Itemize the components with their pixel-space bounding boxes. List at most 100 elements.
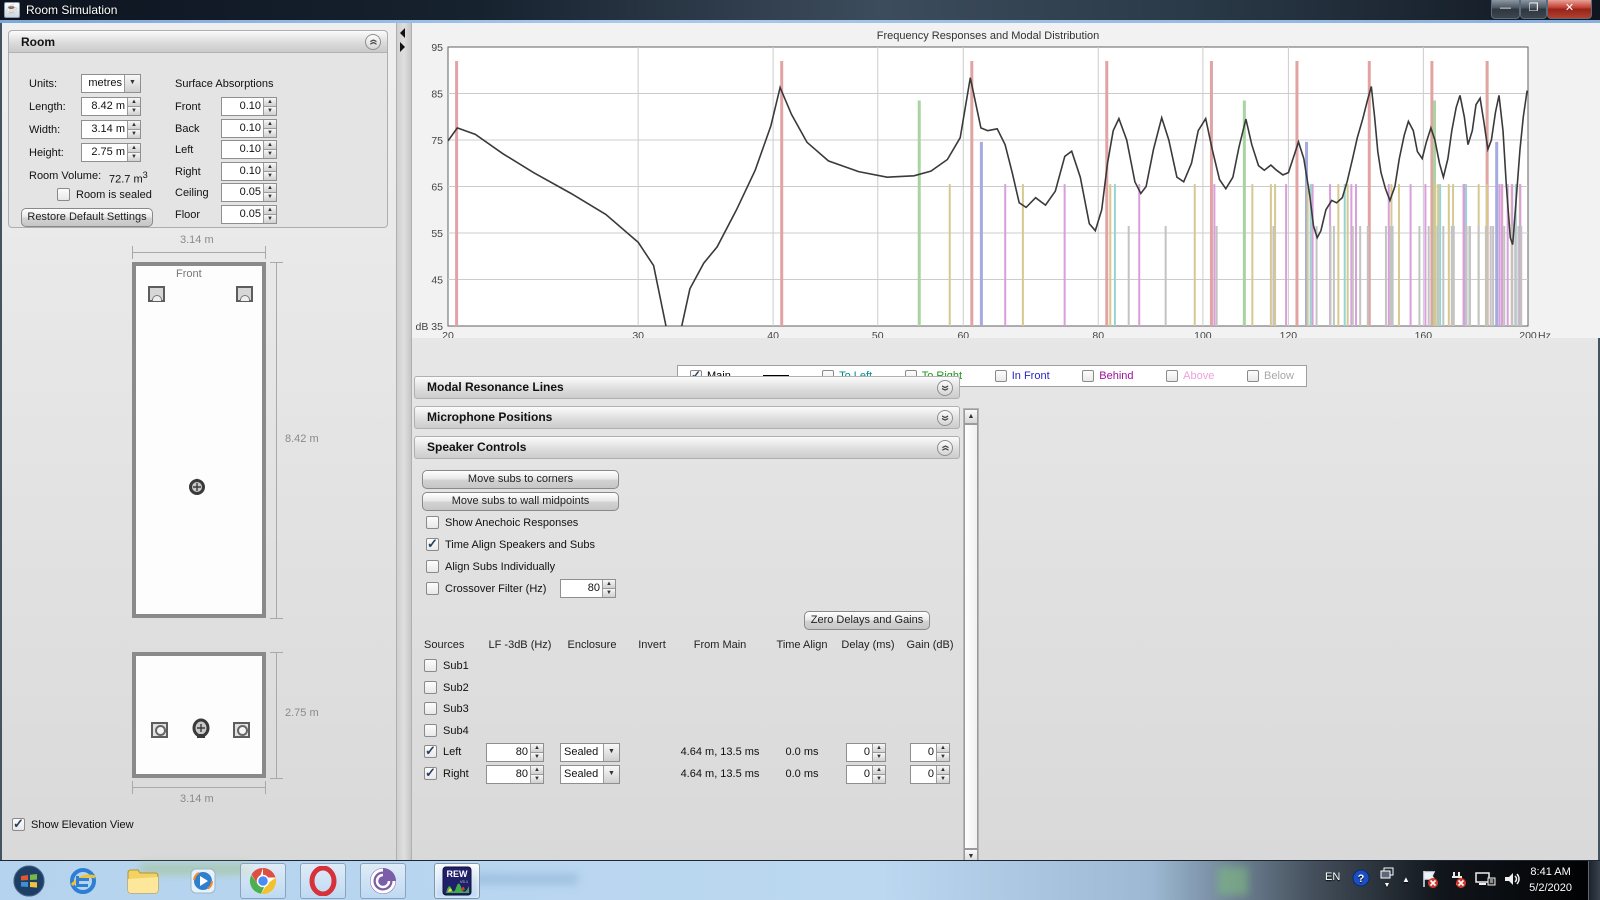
start-button[interactable] [6, 863, 52, 899]
section-microphone-positions[interactable]: Microphone Positions » [414, 406, 960, 429]
crossover-spinner[interactable]: 80▲▼ [560, 579, 616, 598]
elevation-listener-icon[interactable] [191, 718, 211, 740]
media-player-icon[interactable] [180, 863, 226, 899]
align-subs-checkbox[interactable] [426, 560, 439, 573]
legend-checkbox[interactable] [1082, 370, 1094, 382]
absorption-right-spinner[interactable]: 0.10▲▼ [221, 162, 277, 181]
dropdown-arrow-icon[interactable]: ▼ [603, 744, 619, 761]
spinner-arrows-icon[interactable]: ▲▼ [530, 744, 543, 761]
sub2-enable-checkbox[interactable] [424, 681, 437, 694]
right-speaker-icon[interactable] [236, 286, 253, 302]
spinner-arrows-icon[interactable]: ▲▼ [263, 163, 276, 180]
move-subs-midpoints-button[interactable]: Move subs to wall midpoints [422, 492, 619, 511]
right-delay-spinner[interactable]: 0▲▼ [846, 765, 886, 784]
scroll-up-icon[interactable]: ▲ [964, 409, 978, 424]
spinner-arrows-icon[interactable]: ▲▼ [263, 184, 276, 201]
show-elevation-checkbox[interactable] [12, 818, 25, 831]
collapse-speaker-icon[interactable]: » [937, 440, 953, 456]
expand-modal-icon[interactable]: » [937, 380, 953, 396]
show-anechoic-checkbox[interactable] [426, 516, 439, 529]
opera-icon[interactable] [300, 863, 346, 899]
internet-explorer-icon[interactable] [60, 863, 106, 899]
show-desktop-button[interactable] [1588, 861, 1600, 900]
height-spinner[interactable]: 2.75 m▲▼ [81, 143, 141, 162]
help-tray-icon[interactable]: ? [1352, 869, 1370, 890]
left-enclosure-dropdown[interactable]: Sealed▼ [560, 743, 620, 762]
absorption-front-spinner[interactable]: 0.10▲▼ [221, 97, 277, 116]
spinner-arrows-icon[interactable]: ▲▼ [127, 98, 140, 115]
spinner-arrows-icon[interactable]: ▲▼ [263, 98, 276, 115]
action-center-flag-icon[interactable] [1420, 869, 1440, 892]
sub1-enable-checkbox[interactable] [424, 659, 437, 672]
expand-right-icon[interactable] [400, 42, 405, 52]
dropdown-arrow-icon[interactable]: ▼ [124, 75, 140, 92]
right-enable-checkbox[interactable] [424, 767, 437, 780]
dropdown-arrow-icon[interactable]: ▼ [603, 766, 619, 783]
crossover-checkbox[interactable] [426, 582, 439, 595]
right-lf-spinner[interactable]: 80▲▼ [486, 765, 544, 784]
rew-taskbar-button[interactable]: REWV5.1 [434, 863, 480, 899]
room-sealed-checkbox[interactable] [57, 188, 70, 201]
restore-defaults-button[interactable]: Restore Default Settings [21, 208, 153, 227]
spinner-arrows-icon[interactable]: ▲▼ [530, 766, 543, 783]
split-pane-divider[interactable] [396, 23, 412, 860]
room-panel-header[interactable]: Room » [9, 31, 387, 53]
legend-checkbox[interactable] [995, 370, 1007, 382]
language-indicator[interactable]: EN [1325, 871, 1340, 883]
spinner-arrows-icon[interactable]: ▲▼ [936, 744, 949, 761]
legend-checkbox[interactable] [1247, 370, 1259, 382]
legend-checkbox[interactable] [1166, 370, 1178, 382]
left-delay-spinner[interactable]: 0▲▼ [846, 743, 886, 762]
right-gain-spinner[interactable]: 0▲▼ [910, 765, 950, 784]
collapse-room-icon[interactable]: » [365, 34, 381, 50]
spinner-arrows-icon[interactable]: ▲▼ [936, 766, 949, 783]
left-speaker-icon[interactable] [148, 286, 165, 302]
sub4-enable-checkbox[interactable] [424, 724, 437, 737]
left-enable-checkbox[interactable] [424, 745, 437, 758]
spinner-arrows-icon[interactable]: ▲▼ [872, 744, 885, 761]
vertical-scrollbar[interactable]: ▲ ▼ [963, 408, 979, 865]
close-button[interactable]: ✕ [1547, 0, 1592, 19]
spinner-arrows-icon[interactable]: ▲▼ [872, 766, 885, 783]
units-dropdown[interactable]: metres▼ [81, 74, 141, 93]
absorption-ceiling-spinner[interactable]: 0.05▲▼ [221, 183, 277, 202]
show-hidden-icons-icon[interactable]: ▲ [1402, 875, 1410, 884]
elevation-right-speaker-icon[interactable] [233, 722, 250, 738]
minimize-button[interactable]: — [1491, 0, 1520, 19]
width-spinner[interactable]: 3.14 m▲▼ [81, 120, 141, 139]
maximize-button[interactable]: ❐ [1520, 0, 1547, 19]
absorption-back-spinner[interactable]: 0.10▲▼ [221, 119, 277, 138]
absorption-left-spinner[interactable]: 0.10▲▼ [221, 140, 277, 159]
scrollbar-thumb[interactable] [964, 424, 978, 849]
section-speaker-controls[interactable]: Speaker Controls » [414, 436, 960, 459]
right-enclosure-dropdown[interactable]: Sealed▼ [560, 765, 620, 784]
left-gain-spinner[interactable]: 0▲▼ [910, 743, 950, 762]
windows-explorer-icon[interactable] [120, 863, 166, 899]
expand-mic-icon[interactable]: » [937, 410, 953, 426]
move-subs-corners-button[interactable]: Move subs to corners [422, 470, 619, 489]
listener-icon[interactable] [188, 478, 206, 496]
spinner-arrows-icon[interactable]: ▲▼ [127, 144, 140, 161]
sub3-enable-checkbox[interactable] [424, 702, 437, 715]
bittorrent-icon[interactable] [360, 863, 406, 899]
absorption-floor-spinner[interactable]: 0.05▲▼ [221, 205, 277, 224]
time-align-checkbox[interactable] [426, 538, 439, 551]
elevation-left-speaker-icon[interactable] [151, 722, 168, 738]
section-speaker-title: Speaker Controls [427, 440, 526, 454]
section-modal-resonance[interactable]: Modal Resonance Lines » [414, 376, 960, 399]
spinner-arrows-icon[interactable]: ▲▼ [263, 120, 276, 137]
taskbar-clock[interactable]: 8:41 AM 5/2/2020 [1529, 864, 1572, 896]
power-status-icon[interactable] [1448, 869, 1468, 892]
volume-tray-icon[interactable] [1502, 869, 1522, 892]
zero-delays-gains-button[interactable]: Zero Delays and Gains [804, 611, 930, 630]
spinner-arrows-icon[interactable]: ▲▼ [263, 206, 276, 223]
chrome-icon[interactable] [240, 863, 286, 899]
length-spinner[interactable]: 8.42 m▲▼ [81, 97, 141, 116]
network-tray-icon[interactable] [1474, 869, 1496, 892]
restore-window-tray-icon[interactable]: ▼ [1380, 867, 1394, 889]
spinner-arrows-icon[interactable]: ▲▼ [602, 580, 615, 597]
spinner-arrows-icon[interactable]: ▲▼ [263, 141, 276, 158]
collapse-left-icon[interactable] [400, 28, 405, 38]
left-lf-spinner[interactable]: 80▲▼ [486, 743, 544, 762]
spinner-arrows-icon[interactable]: ▲▼ [127, 121, 140, 138]
